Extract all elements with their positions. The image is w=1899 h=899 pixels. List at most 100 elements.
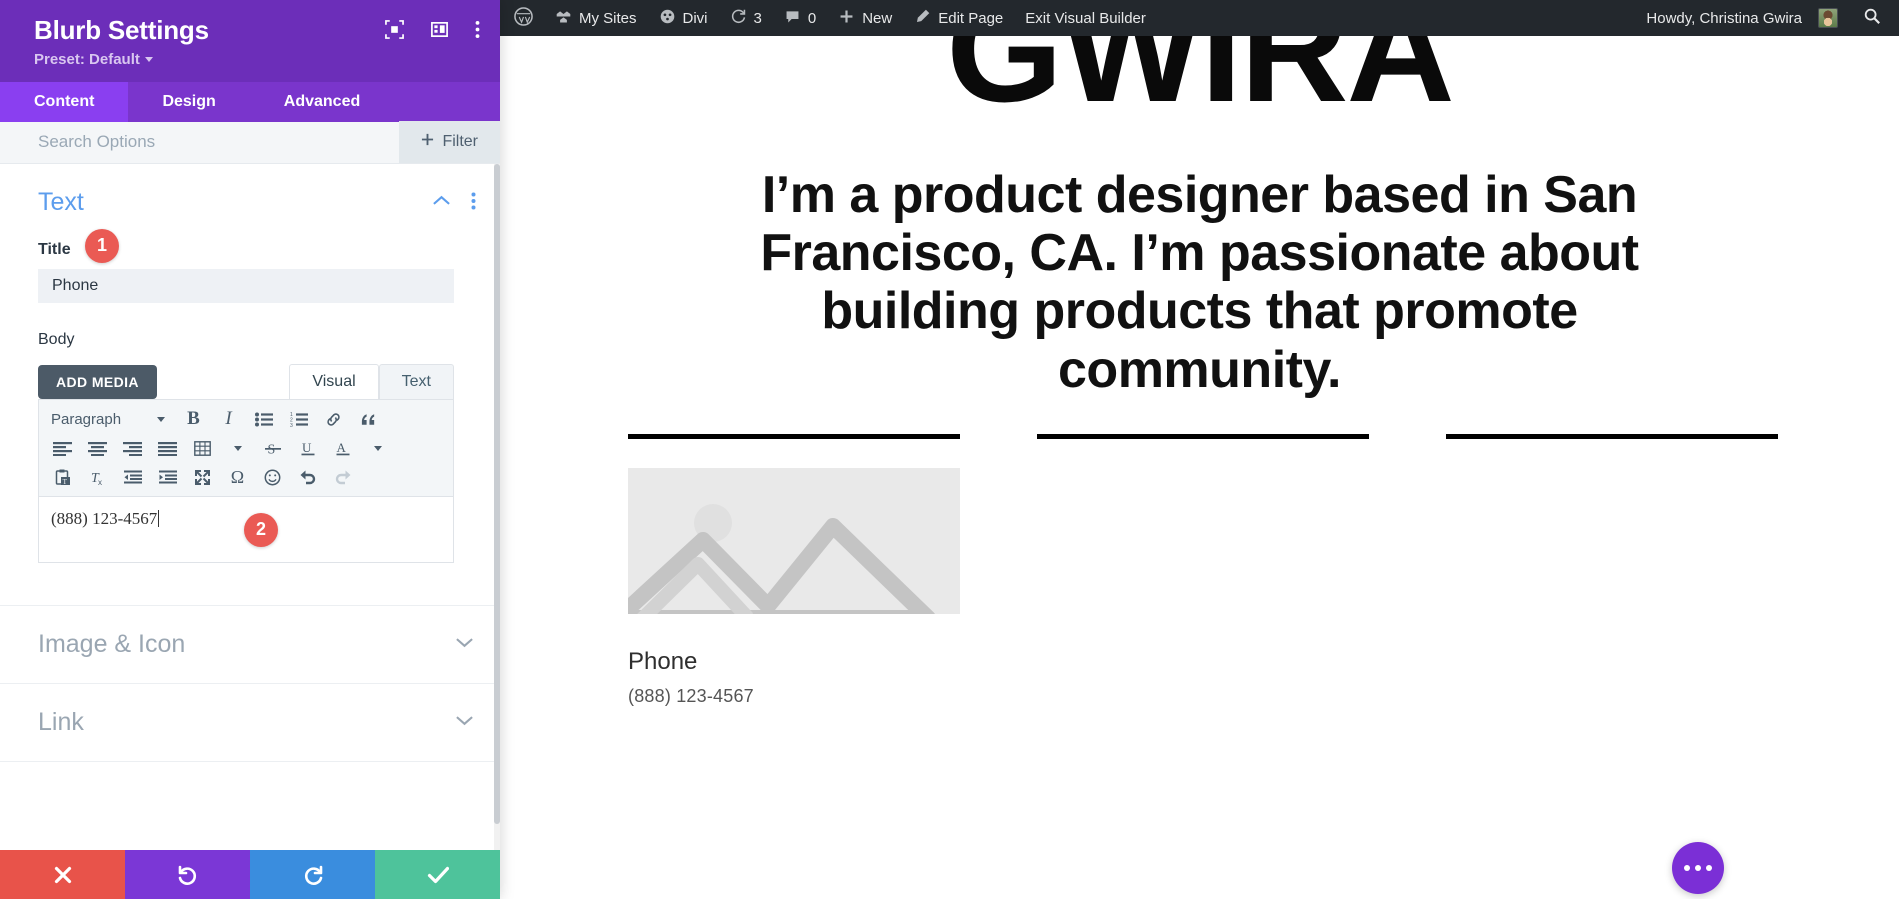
page-canvas: GWIRA I’m a product designer based in Sa… bbox=[500, 36, 1899, 899]
search-icon[interactable] bbox=[1849, 7, 1899, 29]
callout-badge-2: 2 bbox=[244, 512, 278, 547]
toolbar-row-1: Paragraph B I 123 bbox=[45, 405, 447, 434]
title-input[interactable] bbox=[38, 268, 454, 303]
svg-text:x: x bbox=[98, 478, 102, 486]
comments-count: 0 bbox=[807, 9, 817, 27]
text-color-icon[interactable]: A bbox=[325, 435, 360, 462]
tab-advanced[interactable]: Advanced bbox=[250, 82, 394, 122]
section-title: Text bbox=[38, 187, 84, 216]
search-input[interactable] bbox=[38, 132, 400, 153]
section-title-image-icon: Image & Icon bbox=[38, 629, 186, 658]
layout-columns-icon[interactable] bbox=[430, 20, 449, 39]
paste-as-text-icon[interactable]: T bbox=[45, 464, 80, 491]
toolbar-row-3: T Tx Ω bbox=[45, 463, 447, 492]
panel-header-icons bbox=[385, 20, 480, 39]
svg-text:S: S bbox=[267, 442, 275, 457]
new-label: New bbox=[862, 9, 893, 27]
panel-scrollbar-thumb[interactable] bbox=[494, 163, 500, 824]
blurb-module-phone[interactable]: Phone (888) 123-4567 bbox=[628, 468, 960, 707]
module-settings-panel: Blurb Settings Preset: Default Content D… bbox=[0, 0, 500, 899]
save-button[interactable] bbox=[375, 850, 500, 899]
divi-item[interactable]: Divi bbox=[648, 0, 719, 36]
text-color-caret[interactable] bbox=[360, 435, 395, 462]
blurb-module-2[interactable] bbox=[1037, 468, 1369, 707]
svg-text:U: U bbox=[302, 440, 312, 455]
section-header-image-icon[interactable]: Image & Icon bbox=[0, 604, 500, 683]
underline-icon[interactable]: U bbox=[290, 435, 325, 462]
section-header-link[interactable]: Link bbox=[0, 682, 500, 761]
chevron-down-icon[interactable] bbox=[455, 713, 474, 731]
vertical-dots-icon[interactable] bbox=[475, 20, 480, 39]
undo-button[interactable] bbox=[125, 850, 250, 899]
paragraph-format-select[interactable]: Paragraph bbox=[45, 406, 141, 433]
chevron-up-icon[interactable] bbox=[432, 194, 451, 212]
plus-icon bbox=[838, 8, 855, 29]
special-character-icon[interactable]: Ω bbox=[220, 464, 255, 491]
blurb-module-3[interactable] bbox=[1446, 468, 1778, 707]
bold-icon[interactable]: B bbox=[176, 406, 211, 433]
bullet-list-icon[interactable] bbox=[246, 406, 281, 433]
editor-tab-visual[interactable]: Visual bbox=[289, 363, 379, 399]
toolbar-row-2: S U A bbox=[45, 434, 447, 463]
cancel-button[interactable] bbox=[0, 850, 125, 899]
align-right-icon[interactable] bbox=[115, 435, 150, 462]
body-content-area[interactable]: (888) 123-4567 2 bbox=[38, 496, 454, 563]
chevron-down-icon[interactable] bbox=[455, 635, 474, 653]
comment-bubble-icon bbox=[784, 8, 801, 29]
search-row: Filter bbox=[0, 121, 500, 164]
editor-tab-text[interactable]: Text bbox=[378, 363, 454, 399]
italic-icon[interactable]: I bbox=[211, 406, 246, 433]
blockquote-icon[interactable] bbox=[351, 406, 386, 433]
filter-label: Filter bbox=[442, 133, 478, 151]
vertical-dots-icon[interactable] bbox=[471, 192, 476, 215]
wordpress-logo-item[interactable] bbox=[500, 0, 544, 36]
filter-button[interactable]: Filter bbox=[399, 121, 500, 164]
paragraph-format-caret[interactable] bbox=[141, 406, 176, 433]
my-sites-label: My Sites bbox=[579, 9, 637, 27]
section-header-text[interactable]: Text bbox=[0, 164, 500, 229]
redo-icon[interactable] bbox=[325, 464, 360, 491]
intro-paragraph: I’m a product designer based in San Fran… bbox=[760, 166, 1639, 399]
link-icon[interactable] bbox=[316, 406, 351, 433]
image-placeholder[interactable] bbox=[628, 468, 960, 614]
preset-selector[interactable]: Preset: Default bbox=[34, 51, 478, 68]
focus-target-icon[interactable] bbox=[385, 20, 404, 39]
divider-1 bbox=[628, 434, 960, 439]
redo-button[interactable] bbox=[250, 850, 375, 899]
numbered-list-icon[interactable]: 123 bbox=[281, 406, 316, 433]
indent-icon[interactable] bbox=[150, 464, 185, 491]
divi-icon bbox=[659, 8, 676, 29]
emoji-icon[interactable] bbox=[255, 464, 290, 491]
align-justify-icon[interactable] bbox=[150, 435, 185, 462]
tab-content[interactable]: Content bbox=[0, 81, 129, 122]
clear-formatting-icon[interactable]: Tx bbox=[80, 464, 115, 491]
body-field-label: Body bbox=[38, 330, 75, 348]
align-left-icon[interactable] bbox=[45, 435, 80, 462]
divi-label: Divi bbox=[682, 9, 708, 27]
updates-refresh-icon bbox=[730, 8, 747, 29]
panel-body: Text Title 1 Body ADD MEDIA bbox=[0, 163, 500, 850]
comments-item[interactable]: 0 bbox=[773, 0, 827, 36]
add-media-button[interactable]: ADD MEDIA bbox=[38, 364, 157, 399]
undo-icon[interactable] bbox=[290, 464, 325, 491]
panel-scrollbar-track[interactable] bbox=[494, 163, 500, 850]
new-item[interactable]: New bbox=[827, 0, 903, 36]
blurb-body: (888) 123-4567 bbox=[628, 686, 754, 706]
section-tools bbox=[432, 192, 476, 215]
exit-visual-builder-label: Exit Visual Builder bbox=[1025, 9, 1146, 27]
my-sites-item[interactable]: My Sites bbox=[544, 0, 648, 36]
more-options-button[interactable] bbox=[1672, 842, 1724, 894]
exit-visual-builder-item[interactable]: Exit Visual Builder bbox=[1014, 0, 1157, 36]
sites-icon bbox=[555, 8, 572, 29]
table-caret[interactable] bbox=[220, 435, 255, 462]
fullscreen-icon[interactable] bbox=[185, 464, 220, 491]
strikethrough-icon[interactable]: S bbox=[255, 435, 290, 462]
table-icon[interactable] bbox=[185, 435, 220, 462]
panel-footer bbox=[0, 850, 500, 899]
tab-design[interactable]: Design bbox=[128, 82, 249, 122]
align-center-icon[interactable] bbox=[80, 435, 115, 462]
account-item[interactable]: Howdy, Christina Gwira bbox=[1632, 0, 1849, 36]
edit-page-item[interactable]: Edit Page bbox=[903, 0, 1014, 36]
updates-item[interactable]: 3 bbox=[719, 0, 773, 36]
outdent-icon[interactable] bbox=[115, 464, 150, 491]
